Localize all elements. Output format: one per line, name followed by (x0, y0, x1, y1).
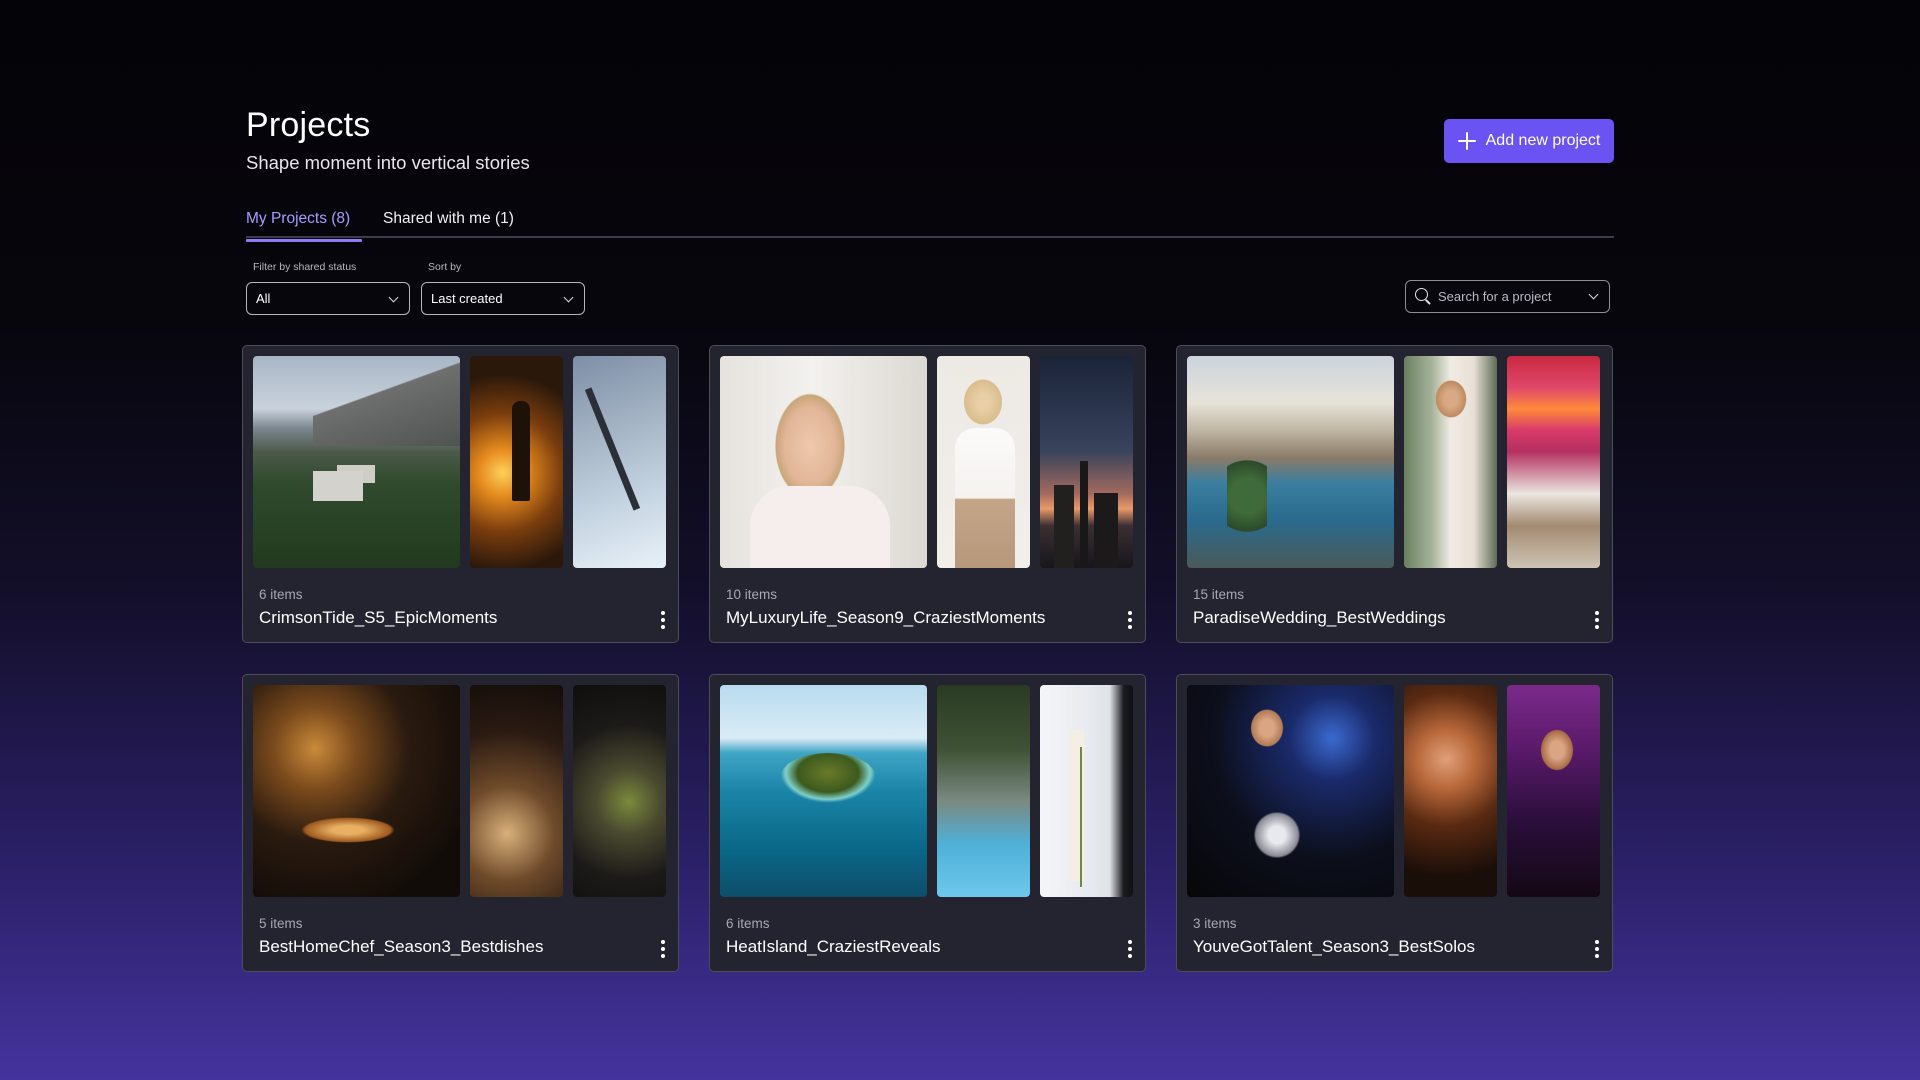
search-placeholder: Search for a project (1438, 289, 1552, 304)
project-name: CrimsonTide_S5_EpicMoments (259, 608, 498, 627)
thumbnail-image (1404, 685, 1497, 897)
shared-status-select[interactable]: All (246, 282, 410, 315)
project-card[interactable]: 6 items CrimsonTide_S5_EpicMoments (242, 345, 679, 643)
project-thumbnails (720, 356, 1135, 568)
more-options-icon[interactable] (1125, 610, 1135, 630)
chevron-down-icon (388, 292, 399, 303)
shared-status-filter: Filter by shared status All (246, 261, 410, 315)
chevron-down-icon (1588, 289, 1599, 300)
project-name: MyLuxuryLife_Season9_CraziestMoments (726, 608, 1046, 627)
project-name: HeatIsland_CraziestReveals (726, 937, 941, 956)
page-title: Projects (246, 106, 371, 144)
more-options-icon[interactable] (658, 939, 668, 959)
tab-my-projects[interactable]: My Projects (8) (246, 210, 363, 242)
plus-icon (1457, 132, 1476, 150)
shared-status-value: All (256, 291, 271, 306)
project-card[interactable]: 3 items YouveGotTalent_Season3_BestSolos (1176, 674, 1613, 972)
project-item-count: 10 items (726, 587, 778, 602)
thumbnail-image (573, 685, 666, 897)
project-item-count: 6 items (726, 916, 770, 931)
project-thumbnails (253, 356, 668, 568)
project-thumbnails (720, 685, 1135, 897)
thumbnail-image (1040, 356, 1133, 568)
project-tabs: My Projects (8) Shared with me (1) (246, 208, 1614, 242)
add-new-project-label: Add new project (1485, 132, 1601, 149)
thumbnail-image (937, 685, 1030, 897)
project-item-count: 6 items (259, 587, 303, 602)
thumbnail-image (253, 685, 460, 897)
project-card[interactable]: 6 items HeatIsland_CraziestReveals (709, 674, 1146, 972)
project-name: YouveGotTalent_Season3_BestSolos (1193, 937, 1475, 956)
thumbnail-image (1187, 356, 1394, 568)
more-options-icon[interactable] (658, 610, 668, 630)
sort-filter: Sort by Last created (421, 261, 585, 315)
page-subtitle: Shape moment into vertical stories (246, 152, 530, 173)
search-input[interactable]: Search for a project (1405, 280, 1610, 313)
thumbnail-image (253, 356, 460, 568)
sort-value: Last created (431, 291, 503, 306)
thumbnail-image (1187, 685, 1394, 897)
project-item-count: 15 items (1193, 587, 1245, 602)
sort-select[interactable]: Last created (421, 282, 585, 315)
thumbnail-image (573, 356, 666, 568)
sort-filter-label: Sort by (428, 261, 462, 273)
project-item-count: 5 items (259, 916, 303, 931)
add-new-project-button[interactable]: Add new project (1444, 119, 1614, 163)
project-thumbnails (1187, 685, 1602, 897)
project-card[interactable]: 5 items BestHomeChef_Season3_Bestdishes (242, 674, 679, 972)
thumbnail-image (1404, 356, 1497, 568)
thumbnail-image (1040, 685, 1133, 897)
project-card[interactable]: 10 items MyLuxuryLife_Season9_CraziestMo… (709, 345, 1146, 643)
project-name: BestHomeChef_Season3_Bestdishes (259, 937, 544, 956)
chevron-down-icon (563, 292, 574, 303)
more-options-icon[interactable] (1592, 939, 1602, 959)
more-options-icon[interactable] (1125, 939, 1135, 959)
thumbnail-image (1507, 356, 1600, 568)
project-card[interactable]: 15 items ParadiseWedding_BestWeddings (1176, 345, 1613, 643)
thumbnail-image (720, 685, 927, 897)
project-thumbnails (253, 685, 668, 897)
thumbnail-image (470, 685, 563, 897)
thumbnail-image (470, 356, 563, 568)
thumbnail-image (1507, 685, 1600, 897)
project-name: ParadiseWedding_BestWeddings (1193, 608, 1446, 627)
project-thumbnails (1187, 356, 1602, 568)
search-icon (1415, 288, 1428, 301)
project-item-count: 3 items (1193, 916, 1237, 931)
more-options-icon[interactable] (1592, 610, 1602, 630)
thumbnail-image (720, 356, 927, 568)
thumbnail-image (937, 356, 1030, 568)
shared-status-filter-label: Filter by shared status (253, 261, 357, 273)
tab-shared-with-me[interactable]: Shared with me (1) (383, 210, 514, 228)
